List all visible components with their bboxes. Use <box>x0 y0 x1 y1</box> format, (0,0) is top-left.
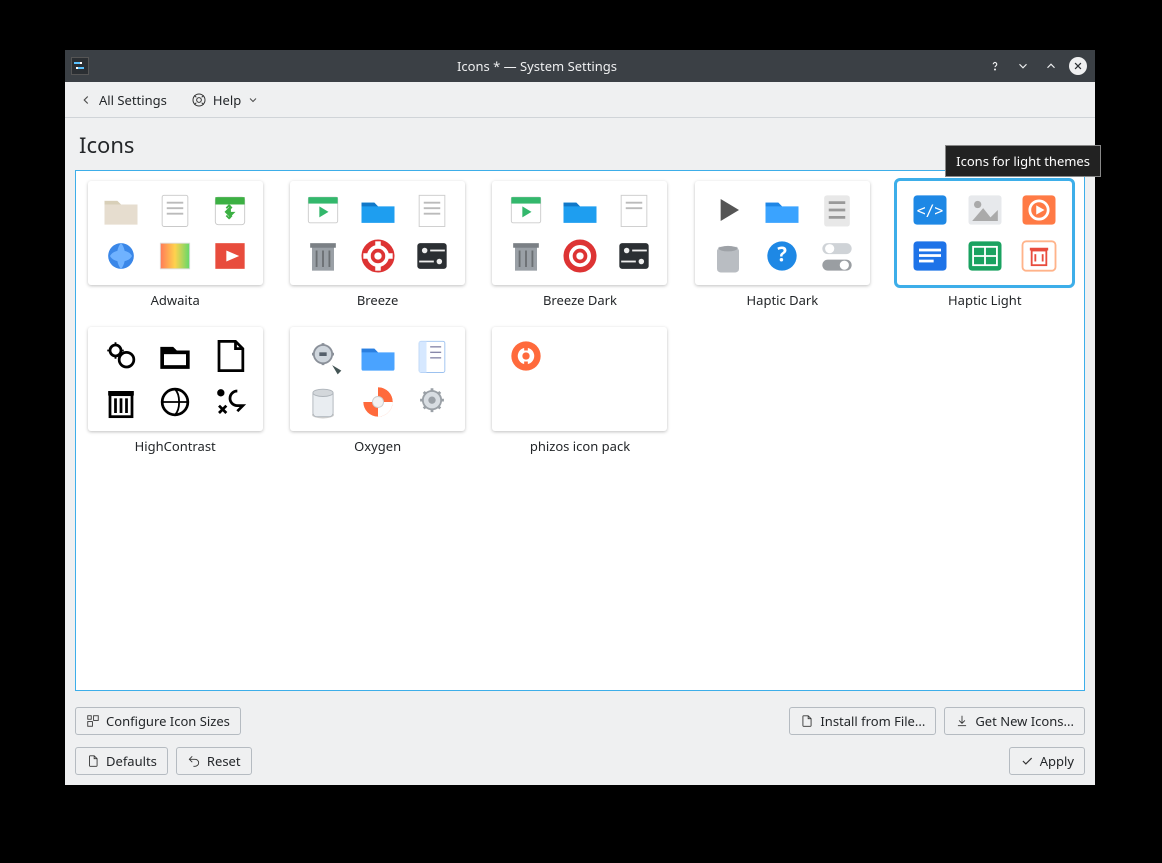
theme-label: Adwaita <box>151 291 200 309</box>
tooltip: Icons for light themes <box>945 145 1101 177</box>
close-button[interactable] <box>1069 57 1087 75</box>
theme-card[interactable]: phizos icon pack <box>491 327 669 455</box>
theme-thumbnail <box>88 181 263 285</box>
apply-button[interactable]: Apply <box>1009 747 1085 775</box>
theme-label: Breeze Dark <box>543 291 617 309</box>
help-label: Help <box>213 91 241 109</box>
action-row: Configure Icon Sizes Install from File..… <box>65 701 1095 741</box>
file-import-icon <box>800 714 814 728</box>
chevron-down-icon <box>247 94 259 106</box>
theme-card[interactable]: Oxygen <box>288 327 466 455</box>
theme-thumbnail <box>290 327 465 431</box>
svg-text:</>: </> <box>917 203 944 220</box>
theme-label: phizos icon pack <box>530 437 630 455</box>
defaults-label: Defaults <box>106 752 157 770</box>
configure-label: Configure Icon Sizes <box>106 712 230 730</box>
reset-label: Reset <box>207 752 241 770</box>
download-icon <box>955 714 969 728</box>
sliders-icon <box>86 714 100 728</box>
document-revert-icon <box>86 754 100 768</box>
theme-thumbnail <box>492 327 667 431</box>
theme-thumbnail: ? <box>695 181 870 285</box>
maximize-button[interactable] <box>1041 56 1061 76</box>
app-icon <box>71 57 89 75</box>
help-titlebar-button[interactable] <box>985 56 1005 76</box>
svg-text:?: ? <box>778 240 788 268</box>
theme-card[interactable]: </> Haptic Light <box>896 181 1074 309</box>
all-settings-button[interactable]: All Settings <box>73 87 173 113</box>
page-title: Icons <box>65 118 1095 164</box>
theme-card[interactable]: Breeze Dark <box>491 181 669 309</box>
theme-thumbnail <box>290 181 465 285</box>
apply-label: Apply <box>1040 752 1074 770</box>
content-frame: All Settings Help Icons Adwaita Breeze Bre… <box>65 82 1095 785</box>
theme-grid-container: Adwaita Breeze Breeze Dark? Haptic Dark </> H… <box>75 170 1085 691</box>
toolbar: All Settings Help <box>65 82 1095 118</box>
undo-icon <box>187 754 201 768</box>
window-title: Icons * — System Settings <box>89 57 985 75</box>
configure-icon-sizes-button[interactable]: Configure Icon Sizes <box>75 707 241 735</box>
check-icon <box>1020 754 1034 768</box>
defaults-button[interactable]: Defaults <box>75 747 168 775</box>
theme-grid: Adwaita Breeze Breeze Dark? Haptic Dark </> H… <box>86 181 1074 455</box>
lifebuoy-icon <box>191 92 207 108</box>
get-new-icons-button[interactable]: Get New Icons... <box>944 707 1085 735</box>
theme-card[interactable]: Breeze <box>288 181 466 309</box>
minimize-button[interactable] <box>1013 56 1033 76</box>
theme-thumbnail <box>88 327 263 431</box>
reset-button[interactable]: Reset <box>176 747 252 775</box>
theme-label: Haptic Dark <box>747 291 819 309</box>
theme-thumbnail <box>492 181 667 285</box>
theme-card[interactable]: Adwaita <box>86 181 264 309</box>
theme-label: Haptic Light <box>948 291 1021 309</box>
get-new-label: Get New Icons... <box>975 712 1074 730</box>
settings-window: Icons * — System Settings All Settings <box>65 50 1095 785</box>
bottom-row: Defaults Reset Apply <box>65 741 1095 785</box>
titlebar-controls <box>985 56 1087 76</box>
install-label: Install from File... <box>820 712 925 730</box>
theme-thumbnail: </> <box>897 181 1072 285</box>
theme-label: HighContrast <box>135 437 216 455</box>
theme-label: Oxygen <box>354 437 401 455</box>
theme-label: Breeze <box>357 291 399 309</box>
install-from-file-button[interactable]: Install from File... <box>789 707 936 735</box>
all-settings-label: All Settings <box>99 91 167 109</box>
theme-card[interactable]: HighContrast <box>86 327 264 455</box>
titlebar: Icons * — System Settings <box>65 50 1095 82</box>
theme-card[interactable]: ? Haptic Dark <box>693 181 871 309</box>
help-button[interactable]: Help <box>185 87 265 113</box>
